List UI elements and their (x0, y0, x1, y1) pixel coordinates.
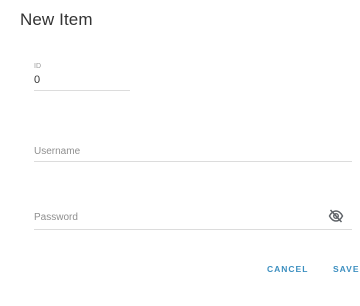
username-placeholder: Username (34, 146, 81, 157)
eye-off-icon[interactable] (328, 209, 344, 223)
username-field[interactable]: Username (34, 146, 352, 166)
password-field[interactable]: Password (34, 209, 352, 234)
dialog-title: New Item (20, 10, 93, 29)
new-item-dialog: New Item ID 0 Username Password CANCEL S… (0, 0, 360, 306)
username-field-underline (34, 161, 352, 162)
id-field-value: 0 (34, 74, 41, 86)
dialog-actions: CANCEL SAVE (0, 264, 360, 278)
id-field-label: ID (34, 63, 41, 70)
save-button[interactable]: SAVE (333, 264, 360, 274)
id-field-underline (34, 90, 130, 91)
cancel-button[interactable]: CANCEL (267, 264, 308, 274)
id-field[interactable]: ID 0 (34, 63, 130, 93)
password-field-underline (34, 229, 352, 230)
password-placeholder: Password (34, 212, 78, 223)
